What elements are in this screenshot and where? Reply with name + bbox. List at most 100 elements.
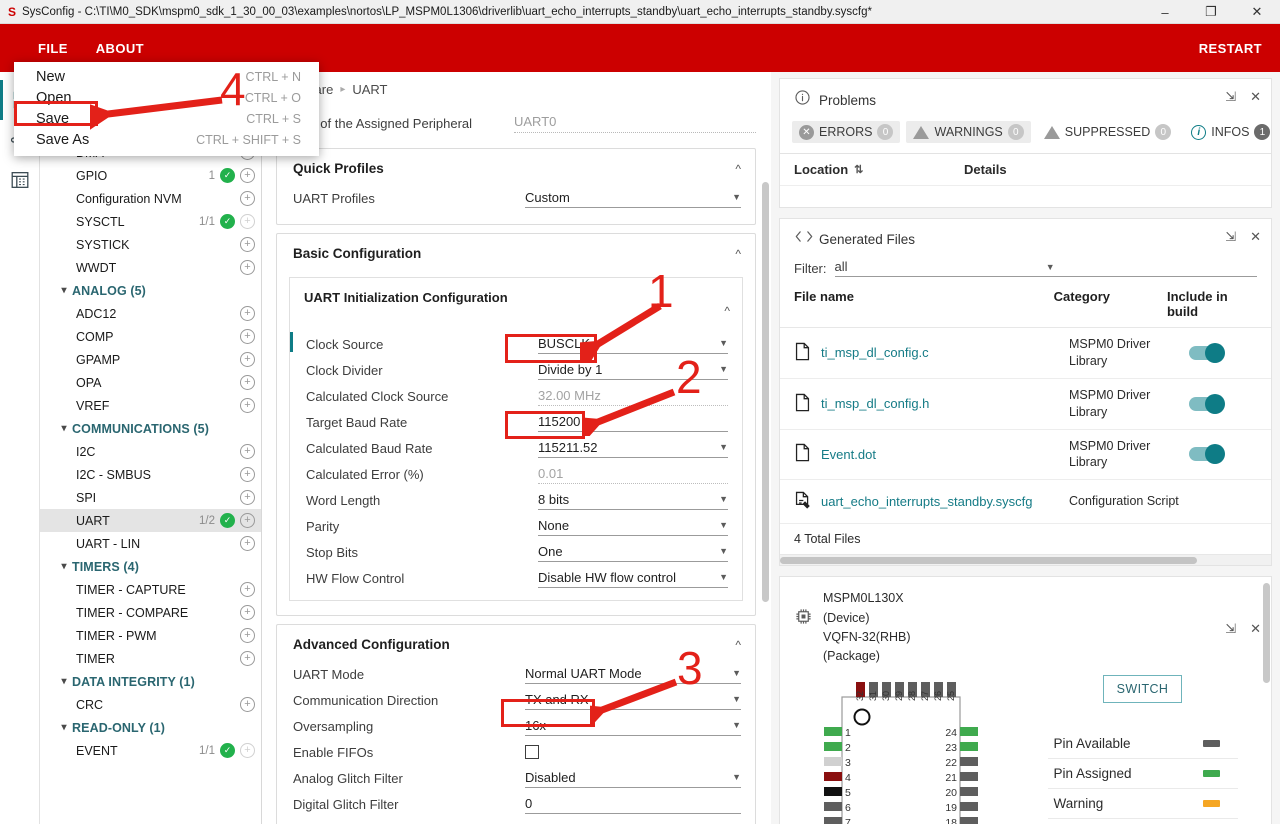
checkbox[interactable]: [525, 745, 539, 759]
expand-icon[interactable]: ⇲: [1225, 621, 1236, 637]
add-instance-icon[interactable]: +: [240, 214, 255, 229]
add-instance-icon[interactable]: +: [240, 191, 255, 206]
restart-button[interactable]: RESTART: [1199, 41, 1262, 56]
chevron-down-icon[interactable]: ▾: [56, 722, 72, 733]
tree-item-timer-compare[interactable]: TIMER - COMPARE+: [40, 601, 261, 624]
close-icon[interactable]: ✕: [1250, 621, 1261, 637]
generated-file-name[interactable]: ti_msp_dl_config.h: [821, 396, 929, 411]
tree-group-communications-5[interactable]: ▾COMMUNICATIONS (5): [40, 417, 261, 440]
tree-item-event[interactable]: EVENT1/1✓+: [40, 739, 261, 762]
chevron-down-icon[interactable]: ▼: [719, 494, 728, 504]
add-instance-icon[interactable]: +: [240, 743, 255, 758]
chevron-down-icon[interactable]: ▼: [732, 694, 741, 704]
tree-item-comp[interactable]: COMP+: [40, 325, 261, 348]
chevron-down-icon[interactable]: ▾: [56, 423, 72, 434]
switch-button[interactable]: SWITCH: [1103, 675, 1183, 703]
add-instance-icon[interactable]: +: [240, 375, 255, 390]
add-instance-icon[interactable]: +: [240, 697, 255, 712]
config-row-field[interactable]: Custom▼: [525, 190, 741, 208]
generated-file-name[interactable]: Event.dot: [821, 447, 876, 462]
add-instance-icon[interactable]: +: [240, 536, 255, 551]
tree-item-timer-pwm[interactable]: TIMER - PWM+: [40, 624, 261, 647]
tree-item-sysctl[interactable]: SYSCTL1/1✓+: [40, 210, 261, 233]
chevron-down-icon[interactable]: ▼: [732, 668, 741, 678]
minimize-icon[interactable]: –: [1142, 0, 1188, 24]
add-instance-icon[interactable]: +: [240, 467, 255, 482]
file-menu-item-save-as[interactable]: Save AsCTRL + SHIFT + S: [14, 129, 319, 150]
chevron-up-icon[interactable]: ^: [735, 247, 741, 261]
problems-chip-suppressed[interactable]: SUPPRESSED0: [1037, 121, 1178, 143]
package-diagram[interactable]: 3231302928272625123456782423222120191817…: [794, 675, 1024, 824]
config-row-field[interactable]: 0: [525, 796, 741, 814]
add-instance-icon[interactable]: +: [240, 513, 255, 528]
config-row-field[interactable]: TX and RX▼: [525, 692, 741, 710]
tree-item-timer-capture[interactable]: TIMER - CAPTURE+: [40, 578, 261, 601]
breadcrumb-uart[interactable]: UART: [352, 82, 387, 97]
menu-about[interactable]: ABOUT: [82, 35, 158, 62]
chevron-down-icon[interactable]: ▾: [56, 285, 72, 296]
add-instance-icon[interactable]: +: [240, 444, 255, 459]
tree-item-uart[interactable]: UART1/2✓+: [40, 509, 261, 532]
tree-item-i2c[interactable]: I2C+: [40, 440, 261, 463]
tree-item-crc[interactable]: CRC+: [40, 693, 261, 716]
config-row-field[interactable]: 16x▼: [525, 718, 741, 736]
chevron-down-icon[interactable]: ▾: [56, 561, 72, 572]
add-instance-icon[interactable]: +: [240, 168, 255, 183]
tree-group-data-integrity-1[interactable]: ▾DATA INTEGRITY (1): [40, 670, 261, 693]
tree-item-gpio[interactable]: GPIO1✓+: [40, 164, 261, 187]
config-row-field[interactable]: One▼: [538, 544, 728, 562]
add-instance-icon[interactable]: +: [240, 605, 255, 620]
chevron-down-icon[interactable]: ▼: [732, 772, 741, 782]
config-row-field[interactable]: 115200: [538, 414, 728, 432]
add-instance-icon[interactable]: +: [240, 329, 255, 344]
file-menu-item-save[interactable]: SaveCTRL + S: [14, 108, 319, 129]
config-row-field[interactable]: None▼: [538, 518, 728, 536]
add-instance-icon[interactable]: +: [240, 628, 255, 643]
filter-select[interactable]: all ▼: [835, 259, 1258, 277]
tree-item-wwdt[interactable]: WWDT+: [40, 256, 261, 279]
chevron-down-icon[interactable]: ▼: [719, 442, 728, 452]
tree-group-read-only-1[interactable]: ▾READ-ONLY (1): [40, 716, 261, 739]
config-row-field[interactable]: Disabled▼: [525, 770, 741, 788]
chevron-down-icon[interactable]: ▼: [719, 364, 728, 374]
tree-item-configuration-nvm[interactable]: Configuration NVM+: [40, 187, 261, 210]
basic-configuration-header[interactable]: Basic Configuration ^: [277, 234, 755, 271]
tree-item-i2c-smbus[interactable]: I2C - SMBUS+: [40, 463, 261, 486]
include-in-build-toggle[interactable]: [1189, 447, 1223, 461]
uart-init-header[interactable]: UART Initialization Configuration ^: [290, 278, 742, 332]
board-view-icon[interactable]: [0, 160, 40, 200]
tree-group-analog-5[interactable]: ▾ANALOG (5): [40, 279, 261, 302]
chevron-up-icon[interactable]: ^: [735, 162, 741, 176]
add-instance-icon[interactable]: +: [240, 651, 255, 666]
add-instance-icon[interactable]: +: [240, 237, 255, 252]
file-menu-item-new[interactable]: NewCTRL + N: [14, 66, 319, 87]
add-instance-icon[interactable]: +: [240, 398, 255, 413]
expand-icon[interactable]: ⇲: [1225, 229, 1236, 245]
config-row-field[interactable]: 8 bits▼: [538, 492, 728, 510]
tree-item-gpamp[interactable]: GPAMP+: [40, 348, 261, 371]
chevron-down-icon[interactable]: ▼: [732, 720, 741, 730]
add-instance-icon[interactable]: +: [240, 582, 255, 597]
config-row-field[interactable]: [525, 745, 741, 761]
module-tree[interactable]: ▾MSPM0 DRIVER LIBRARY (6)▾SYSTEM (7)Boar…: [40, 72, 262, 824]
add-instance-icon[interactable]: +: [240, 260, 255, 275]
chevron-down-icon[interactable]: ▼: [1046, 262, 1257, 272]
maximize-icon[interactable]: ❐: [1188, 0, 1234, 24]
problems-chip-infos[interactable]: iINFOS1: [1184, 121, 1277, 143]
tree-group-timers-4[interactable]: ▾TIMERS (4): [40, 555, 261, 578]
chevron-up-icon[interactable]: ^: [724, 304, 730, 318]
problems-chip-warnings[interactable]: WARNINGS0: [906, 121, 1030, 143]
include-in-build-toggle[interactable]: [1189, 397, 1223, 411]
close-icon[interactable]: ✕: [1250, 229, 1261, 245]
quick-profiles-header[interactable]: Quick Profiles ^: [277, 149, 755, 186]
chevron-down-icon[interactable]: ▼: [719, 572, 728, 582]
file-menu-item-open[interactable]: OpenCTRL + O: [14, 87, 319, 108]
tree-item-uart-lin[interactable]: UART - LIN+: [40, 532, 261, 555]
menu-file[interactable]: FILE: [24, 35, 82, 62]
expand-icon[interactable]: ⇲: [1225, 89, 1236, 105]
add-instance-icon[interactable]: +: [240, 352, 255, 367]
tree-item-spi[interactable]: SPI+: [40, 486, 261, 509]
tree-item-opa[interactable]: OPA+: [40, 371, 261, 394]
add-instance-icon[interactable]: +: [240, 306, 255, 321]
close-icon[interactable]: ✕: [1250, 89, 1261, 105]
